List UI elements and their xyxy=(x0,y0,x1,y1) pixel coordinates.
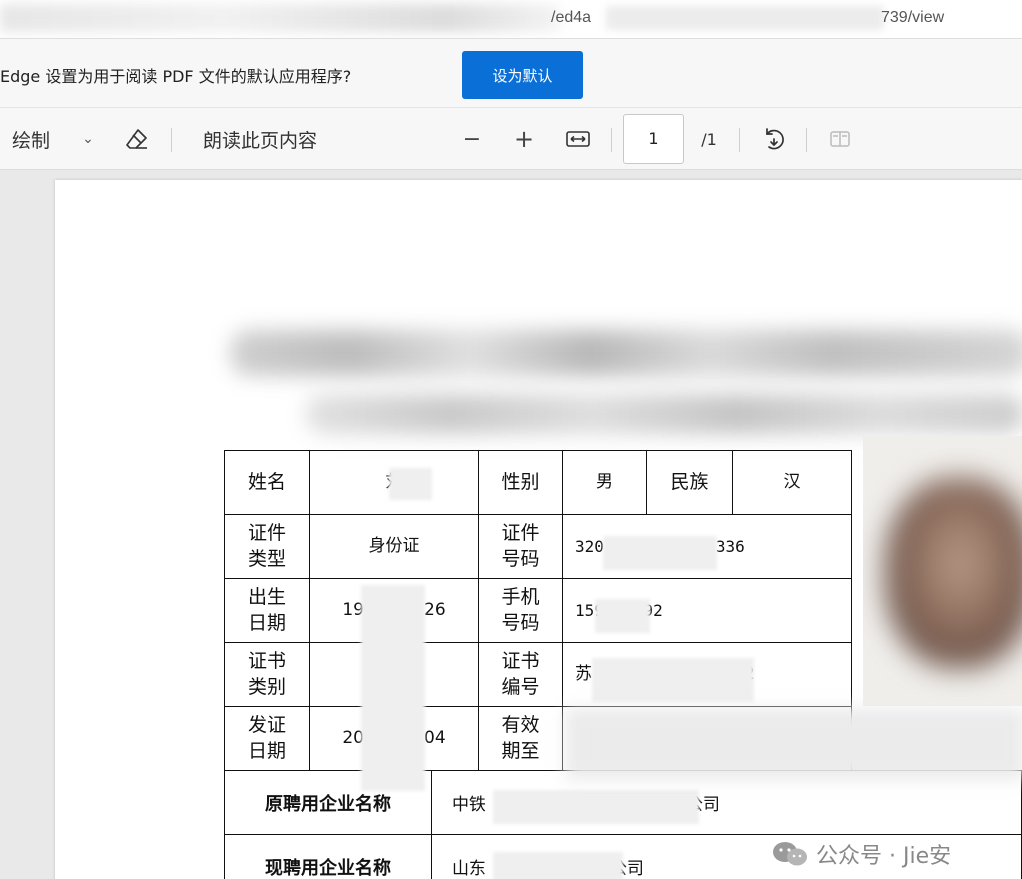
id-number-label: 证件 号码 xyxy=(478,514,563,579)
redaction-mask xyxy=(565,708,1022,780)
url-fragment: /ed4a xyxy=(551,9,592,26)
watermark: 公众号 · Jie安 xyxy=(770,838,951,870)
id-type-value: 身份证 xyxy=(309,514,479,579)
issue-date-end: 04 xyxy=(424,728,446,749)
redaction-mask xyxy=(361,585,425,791)
document-subtitle-redacted xyxy=(305,394,1022,434)
redaction-mask xyxy=(592,658,754,702)
gender-label: 性别 xyxy=(478,450,563,515)
birth-date-end: 26 xyxy=(424,600,446,621)
chevron-down-icon[interactable]: ⌄ xyxy=(78,108,98,170)
toolbar-divider xyxy=(611,128,612,152)
page-total: /1 xyxy=(701,129,717,149)
address-bar[interactable]: /ed4a 739/view xyxy=(0,0,1022,38)
pdf-toolbar: 绘制 ⌄ 朗读此页内容 − + 1 /1 xyxy=(0,108,1022,170)
redaction-mask xyxy=(595,599,650,633)
id-photo xyxy=(863,436,1022,706)
cert-type-label: 证书 类别 xyxy=(224,642,310,707)
zoom-in-button[interactable]: + xyxy=(510,108,538,170)
previous-employer-start: 中铁 xyxy=(451,795,486,815)
rotate-icon[interactable] xyxy=(757,108,791,170)
pdf-page: 姓名 刘 性别 男 民族 汉 证件 类型 身份证 证件 号码 320 336 出生… xyxy=(55,180,1022,879)
document-viewer[interactable]: 姓名 刘 性别 男 民族 汉 证件 类型 身份证 证件 号码 320 336 出生… xyxy=(0,170,1022,879)
current-employer-start: 山东 xyxy=(451,859,486,879)
document-title-redacted xyxy=(230,330,1022,376)
draw-button[interactable]: 绘制 xyxy=(6,108,56,170)
birth-date-label: 出生 日期 xyxy=(224,578,310,643)
valid-until-label: 有效 期至 xyxy=(478,706,563,771)
wechat-icon xyxy=(773,842,807,866)
table-row: 证书 类别 证书 编号 苏2 xyxy=(224,642,852,707)
toolbar-divider xyxy=(739,128,740,152)
fit-to-width-icon[interactable] xyxy=(563,108,593,170)
redaction-mask xyxy=(389,468,432,500)
default-pdf-app-banner: Edge 设置为用于阅读 PDF 文件的默认应用程序? 设为默认 xyxy=(0,38,1022,108)
name-label: 姓名 xyxy=(224,450,310,515)
url-redacted xyxy=(606,6,884,30)
eraser-icon[interactable] xyxy=(120,108,154,170)
id-type-label: 证件 类型 xyxy=(224,514,310,579)
toolbar-divider xyxy=(806,128,807,152)
redaction-mask xyxy=(493,790,699,824)
id-number-end: 336 xyxy=(715,536,745,556)
photo-blurred xyxy=(885,478,1022,668)
cert-number-start: 苏 xyxy=(575,664,592,685)
cert-number-label: 证书 编号 xyxy=(478,642,563,707)
current-employer-label: 现聘用企业名称 xyxy=(224,834,432,879)
table-row: 出生 日期 1926 手机 号码 159292 xyxy=(224,578,852,643)
set-default-button[interactable]: 设为默认 xyxy=(462,51,583,99)
page-number-input[interactable]: 1 xyxy=(623,114,684,164)
ethnicity-label: 民族 xyxy=(646,450,733,515)
table-row: 姓名 刘 性别 男 民族 汉 xyxy=(224,450,852,515)
toolbar-divider xyxy=(171,128,172,152)
ethnicity-value: 汉 xyxy=(732,450,852,515)
gender-value: 男 xyxy=(562,450,647,515)
redaction-mask xyxy=(493,852,623,879)
url-redacted xyxy=(0,4,560,32)
id-number-start: 320 xyxy=(575,536,604,556)
redaction-mask xyxy=(603,536,717,570)
read-aloud-button[interactable]: 朗读此页内容 xyxy=(194,108,326,170)
watermark-text: 公众号 · Jie安 xyxy=(816,844,952,869)
url-fragment: 739/view xyxy=(881,9,945,26)
page-view-icon[interactable] xyxy=(825,108,855,170)
zoom-out-button[interactable]: − xyxy=(458,108,486,170)
issue-date-label: 发证 日期 xyxy=(224,706,310,771)
table-row: 证件 类型 身份证 证件 号码 320 336 xyxy=(224,514,852,579)
phone-label: 手机 号码 xyxy=(478,578,563,643)
banner-message: Edge 设置为用于阅读 PDF 文件的默认应用程序? xyxy=(0,67,352,86)
